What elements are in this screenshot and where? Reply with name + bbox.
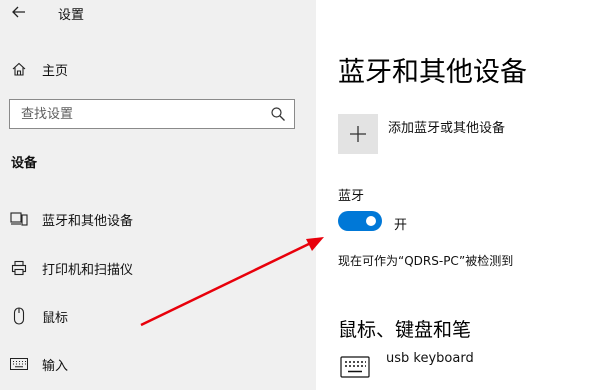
add-device-label[interactable]: 添加蓝牙或其他设备 xyxy=(388,117,505,136)
sidebar-item-label: 蓝牙和其他设备 xyxy=(42,213,134,229)
section-heading-mouse-keyboard-pen: 鼠标、键盘和笔 xyxy=(338,319,472,341)
sidebar-item-label: 打印机和扫描仪 xyxy=(42,262,134,278)
toggle-knob xyxy=(366,216,376,226)
back-arrow-icon xyxy=(12,6,25,18)
back-button[interactable] xyxy=(8,2,30,22)
main-content: 蓝牙和其他设备 添加蓝牙或其他设备 蓝牙 开 现在可作为“QDRS-PC”被检测… xyxy=(316,0,600,390)
keyboard-icon xyxy=(10,355,28,373)
sidebar-item-mouse[interactable]: 鼠标 xyxy=(0,296,316,336)
app-title: 设置 xyxy=(58,8,85,23)
nav-home-label: 主页 xyxy=(42,63,69,79)
bluetooth-state-text: 开 xyxy=(394,218,408,233)
settings-sidebar: 设置 主页 设备 蓝牙和其他设备 xyxy=(0,0,316,390)
sidebar-item-printers[interactable]: 打印机和扫描仪 xyxy=(0,248,316,288)
section-heading-devices: 设备 xyxy=(11,156,38,171)
search-box[interactable] xyxy=(9,99,295,129)
bluetooth-label: 蓝牙 xyxy=(338,189,365,204)
sidebar-item-label: 输入 xyxy=(42,358,69,374)
discoverable-status: 现在可作为“QDRS-PC”被检测到 xyxy=(338,254,514,268)
title-bar: 设置 xyxy=(0,0,316,26)
search-icon[interactable] xyxy=(270,106,286,122)
add-device-button[interactable] xyxy=(338,114,378,154)
printer-icon xyxy=(10,259,28,277)
page-title: 蓝牙和其他设备 xyxy=(338,57,527,88)
keyboard-icon xyxy=(340,356,370,378)
devices-icon xyxy=(10,210,28,228)
nav-home[interactable]: 主页 xyxy=(0,49,316,89)
mouse-icon xyxy=(10,307,28,325)
sidebar-item-bluetooth[interactable]: 蓝牙和其他设备 xyxy=(0,199,316,239)
device-name[interactable]: usb keyboard xyxy=(386,351,474,366)
sidebar-item-label: 鼠标 xyxy=(42,310,69,326)
plus-icon xyxy=(350,126,366,142)
bluetooth-toggle[interactable] xyxy=(338,211,382,231)
home-icon xyxy=(10,60,28,78)
search-input[interactable] xyxy=(21,105,261,123)
sidebar-item-input[interactable]: 输入 xyxy=(0,344,316,384)
